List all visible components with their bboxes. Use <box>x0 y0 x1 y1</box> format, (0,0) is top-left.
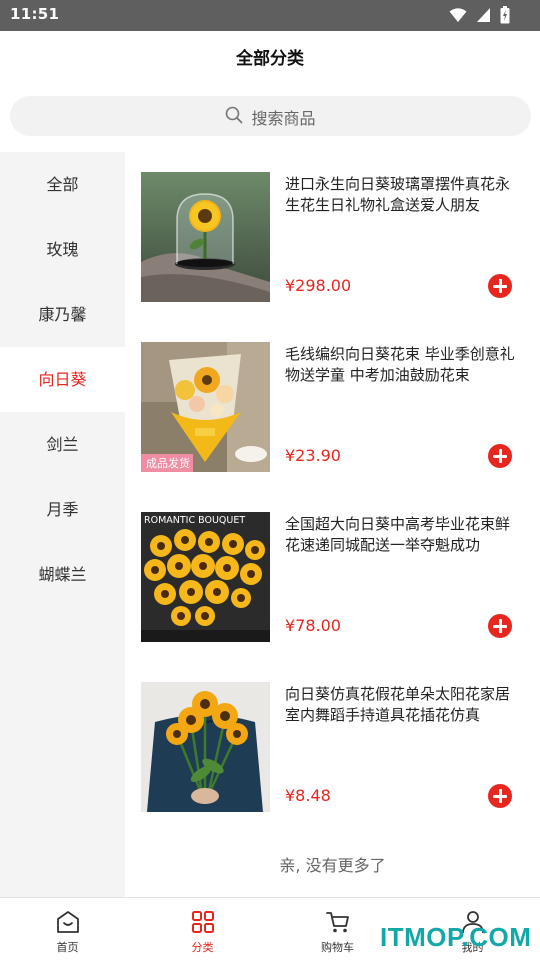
signal-icon <box>476 7 491 27</box>
sidebar-item-orchid[interactable]: 蝴蝶兰 <box>0 542 125 607</box>
sidebar-item-carnation[interactable]: 康乃馨 <box>0 282 125 347</box>
product-price: ¥78.00 <box>285 616 341 635</box>
page-title: 全部分类 <box>236 49 304 69</box>
product-title[interactable]: 毛线编织向日葵花束 毕业季创意礼物送学童 中考加油鼓励花束 <box>285 344 521 386</box>
tab-label: 分类 <box>191 941 214 954</box>
cart-icon <box>325 909 351 935</box>
search-icon <box>225 106 243 128</box>
sidebar-item-gladiolus[interactable]: 剑兰 <box>0 412 125 477</box>
product-card[interactable]: 进口永生向日葵玻璃罩摆件真花永生花生日礼物礼盒送爱人朋友 ¥298.00 <box>141 172 531 302</box>
product-card[interactable]: ROMANTIC BOUQUET 全国超大向日葵中高考毕业花束鲜花速递同城配送一… <box>141 512 531 642</box>
home-icon <box>55 909 81 935</box>
product-price: ¥298.00 <box>285 276 352 295</box>
search-bar[interactable]: 搜索商品 <box>10 96 531 136</box>
product-image[interactable]: 成品发货 <box>141 342 270 472</box>
status-icons <box>449 6 510 28</box>
product-price: ¥8.48 <box>285 786 331 805</box>
product-price: ¥23.90 <box>285 446 341 465</box>
product-title[interactable]: 进口永生向日葵玻璃罩摆件真花永生花生日礼物礼盒送爱人朋友 <box>285 174 521 216</box>
product-image[interactable] <box>141 682 270 812</box>
add-to-cart-button[interactable] <box>488 274 512 298</box>
sidebar-item-sunflower[interactable]: 向日葵 <box>0 347 125 412</box>
site-watermark: ITMOP.COM <box>380 922 532 952</box>
status-bar: 11:51 <box>0 0 540 31</box>
battery-icon <box>500 6 510 28</box>
product-list: 进口永生向日葵玻璃罩摆件真花永生花生日礼物礼盒送爱人朋友 ¥298.00 成品发… <box>125 152 540 897</box>
category-sidebar: 全部 玫瑰 康乃馨 向日葵 剑兰 月季 蝴蝶兰 <box>0 152 125 897</box>
product-image[interactable] <box>141 172 270 302</box>
sidebar-item-all[interactable]: 全部 <box>0 152 125 217</box>
add-to-cart-button[interactable] <box>488 784 512 808</box>
product-image[interactable]: ROMANTIC BOUQUET <box>141 512 270 642</box>
add-to-cart-button[interactable] <box>488 444 512 468</box>
tab-category[interactable]: 分类 <box>135 898 270 960</box>
tab-label: 首页 <box>56 941 79 954</box>
product-card[interactable]: 成品发货 毛线编织向日葵花束 毕业季创意礼物送学童 中考加油鼓励花束 ¥23.9… <box>141 342 531 472</box>
product-card[interactable]: 向日葵仿真花假花单朵太阳花家居室内舞蹈手持道具花插花仿真 ¥8.48 <box>141 682 531 812</box>
category-icon <box>190 909 216 935</box>
header: 全部分类 <box>0 31 540 81</box>
list-end-message: 亲, 没有更多了 <box>279 856 386 875</box>
sidebar-item-rose[interactable]: 玫瑰 <box>0 217 125 282</box>
product-title[interactable]: 全国超大向日葵中高考毕业花束鲜花速递同城配送一举夺魁成功 <box>285 514 521 556</box>
add-to-cart-button[interactable] <box>488 614 512 638</box>
search-placeholder: 搜索商品 <box>251 109 316 128</box>
product-image-label: ROMANTIC BOUQUET <box>144 515 245 526</box>
status-time: 11:51 <box>10 5 60 23</box>
sidebar-item-chinese-rose[interactable]: 月季 <box>0 477 125 542</box>
tab-home[interactable]: 首页 <box>0 898 135 960</box>
product-image-label: 成品发货 <box>146 456 190 470</box>
wifi-icon <box>449 7 467 27</box>
product-title[interactable]: 向日葵仿真花假花单朵太阳花家居室内舞蹈手持道具花插花仿真 <box>285 684 521 726</box>
